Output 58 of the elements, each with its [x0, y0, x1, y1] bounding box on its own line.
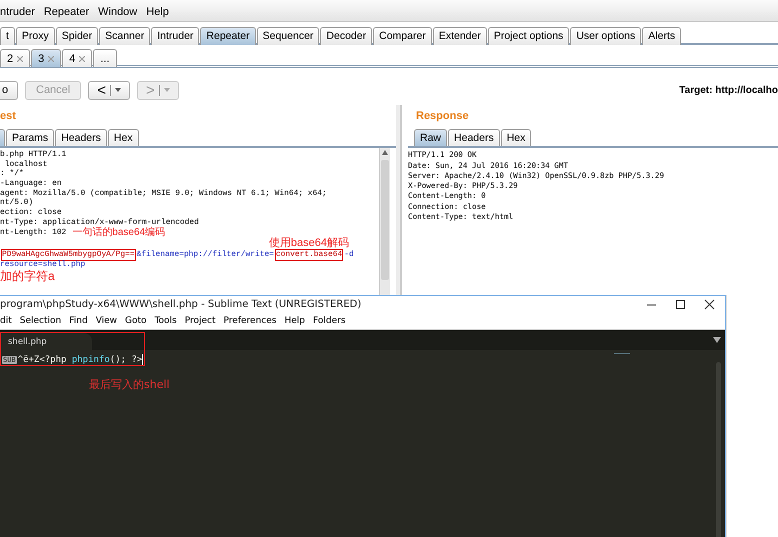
- tab[interactable]: Params: [6, 129, 54, 146]
- annotation-text: 使用base64解码: [268, 238, 349, 249]
- code-text: ^ë+Z<?php: [18, 354, 68, 364]
- tab[interactable]: 4: [62, 49, 92, 67]
- tab[interactable]: Alerts: [642, 27, 682, 45]
- tab[interactable]: 3: [31, 49, 62, 67]
- tab[interactable]: Sequencer: [256, 27, 320, 45]
- panel-title: est: [0, 110, 17, 124]
- maximize-icon[interactable]: [675, 299, 686, 310]
- tab[interactable]: Headers: [55, 129, 107, 146]
- dropdown-icon[interactable]: [713, 337, 721, 343]
- annotation-text: 一句话的base64编码: [72, 228, 166, 238]
- menu-item[interactable]: Tools: [154, 316, 177, 326]
- tab[interactable]: Extender: [432, 27, 487, 45]
- caret-icon: [164, 88, 170, 92]
- annotation-text: 最后写入的shell: [89, 377, 171, 392]
- tab[interactable]: Hex: [500, 129, 532, 146]
- panel-title: Response: [416, 110, 470, 124]
- tab[interactable]: ...: [93, 49, 117, 67]
- tab[interactable]: Hex: [108, 129, 139, 146]
- target-label: Target: http://localho: [679, 84, 778, 96]
- tab[interactable]: Raw: [414, 129, 448, 146]
- menu-item[interactable]: View: [96, 316, 118, 326]
- nav-button[interactable]: <: [88, 80, 130, 100]
- tab[interactable]: Proxy: [16, 27, 55, 45]
- tab[interactable]: Intruder: [151, 27, 200, 45]
- menu-item[interactable]: Find: [69, 316, 88, 326]
- code-text: phpinfo: [72, 354, 110, 364]
- menu-item[interactable]: Preferences: [224, 316, 276, 326]
- tab[interactable]: Repeater: [200, 27, 256, 45]
- scrollbar[interactable]: [379, 148, 390, 295]
- code-text: (); ?>: [110, 354, 142, 364]
- menu-item[interactable]: Window: [98, 6, 138, 18]
- toolbar-button[interactable]: o: [0, 80, 18, 100]
- menu-item[interactable]: Goto: [125, 316, 147, 326]
- tab[interactable]: Comparer: [373, 27, 432, 45]
- tab[interactable]: Headers: [448, 129, 500, 146]
- menu-item[interactable]: Selection: [20, 316, 62, 326]
- tab[interactable]: t: [0, 27, 15, 45]
- menu-item[interactable]: Folders: [313, 316, 346, 326]
- menu-item[interactable]: Help: [284, 316, 305, 326]
- close-icon[interactable]: [704, 299, 715, 310]
- tab[interactable]: Scanner: [99, 27, 150, 45]
- arrow-up-icon[interactable]: [382, 150, 388, 155]
- caret-icon: [115, 88, 122, 92]
- tab[interactable]: Decoder: [320, 27, 372, 45]
- menu-item[interactable]: Repeater: [44, 6, 90, 18]
- tab[interactable]: 2: [0, 49, 30, 67]
- tab[interactable]: Project options: [488, 27, 570, 45]
- tab[interactable]: Spider: [56, 27, 98, 45]
- annotation-text: 加的字符a: [0, 272, 55, 282]
- menu-item[interactable]: dit: [0, 316, 12, 326]
- tab[interactable]: User options: [570, 27, 642, 45]
- file-tab[interactable]: shell.php: [0, 333, 92, 350]
- menu-item[interactable]: Help: [146, 6, 169, 18]
- menu-item[interactable]: Project: [184, 316, 216, 326]
- menu-item[interactable]: ntruder: [0, 6, 35, 18]
- window-title: program\phpStudy-x64\WWW\shell.php - Sublime Text (UNREGISTERED): [0, 299, 362, 310]
